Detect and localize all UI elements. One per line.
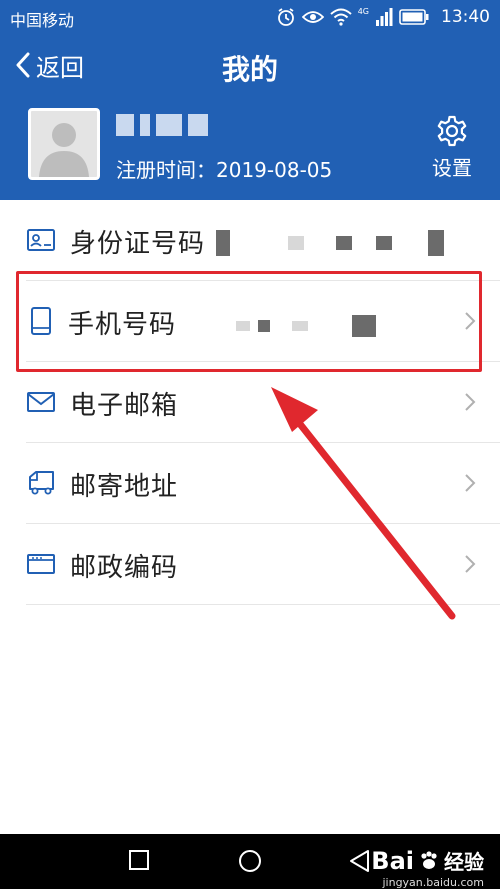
menu-item-id-number[interactable]: 身份证号码: [0, 200, 500, 281]
highlight-box: [16, 271, 482, 372]
profile-header: 注册时间：2019-08-05 设置: [0, 96, 500, 200]
carrier-name: 中国移动: [10, 11, 75, 30]
menu-item-label: 邮寄地址: [70, 472, 179, 502]
avatar[interactable]: [28, 108, 100, 180]
menu-item-email[interactable]: 电子邮箱: [0, 362, 500, 443]
menu-item-label: 身份证号码: [70, 229, 206, 259]
delivery-truck-icon: [29, 471, 54, 495]
menu-item-label: 电子邮箱: [70, 391, 179, 421]
eye-comfort-icon: [301, 11, 324, 23]
chevron-right-icon: [465, 555, 476, 573]
id-card-icon: [27, 229, 55, 251]
row-divider: [26, 604, 500, 605]
default-avatar-icon: [39, 123, 89, 177]
signal-icon: [376, 8, 393, 26]
mail-icon: [27, 392, 55, 412]
account-info-list: 身份证号码 手机号码 电子邮箱 邮寄地址 邮政编码: [0, 200, 500, 620]
menu-item-mailing-address[interactable]: 邮寄地址: [0, 443, 500, 524]
battery-icon: [399, 9, 429, 25]
id-number-masked: [216, 230, 444, 256]
gear-icon: [437, 115, 467, 147]
system-navigation-bar: Bai 经验 jingyan.baidu.com: [0, 834, 500, 889]
postal-code-icon: [27, 554, 55, 574]
settings-label: 设置: [432, 156, 472, 180]
alarm-icon: [277, 8, 294, 26]
registration-time: 注册时间：2019-08-05: [116, 158, 333, 182]
back-triangle-icon[interactable]: [348, 849, 372, 873]
status-bar: 中国移动 4G 13:40: [0, 0, 500, 34]
watermark-suffix: 经验: [444, 850, 484, 874]
watermark-url: jingyan.baidu.com: [382, 876, 484, 889]
clock: 13:40: [441, 7, 490, 27]
watermark: Bai 经验 jingyan.baidu.com: [371, 846, 484, 889]
menu-item-postal-code[interactable]: 邮政编码: [0, 524, 500, 605]
chevron-right-icon: [465, 474, 476, 492]
wifi-icon: [330, 8, 352, 26]
recent-apps-icon[interactable]: [128, 849, 150, 871]
watermark-brand: Bai: [371, 846, 414, 875]
settings-button[interactable]: 设置: [426, 114, 478, 181]
navigation-bar: 返回 我的: [0, 34, 500, 96]
user-name-masked: [116, 114, 208, 136]
home-icon[interactable]: [237, 849, 263, 875]
menu-item-label: 邮政编码: [70, 553, 179, 583]
paw-icon: [421, 850, 437, 869]
status-icons: 4G 13:40: [276, 5, 490, 29]
page-title: 我的: [221, 53, 278, 86]
chevron-right-icon: [465, 393, 476, 411]
network-type: 4G: [357, 7, 369, 16]
